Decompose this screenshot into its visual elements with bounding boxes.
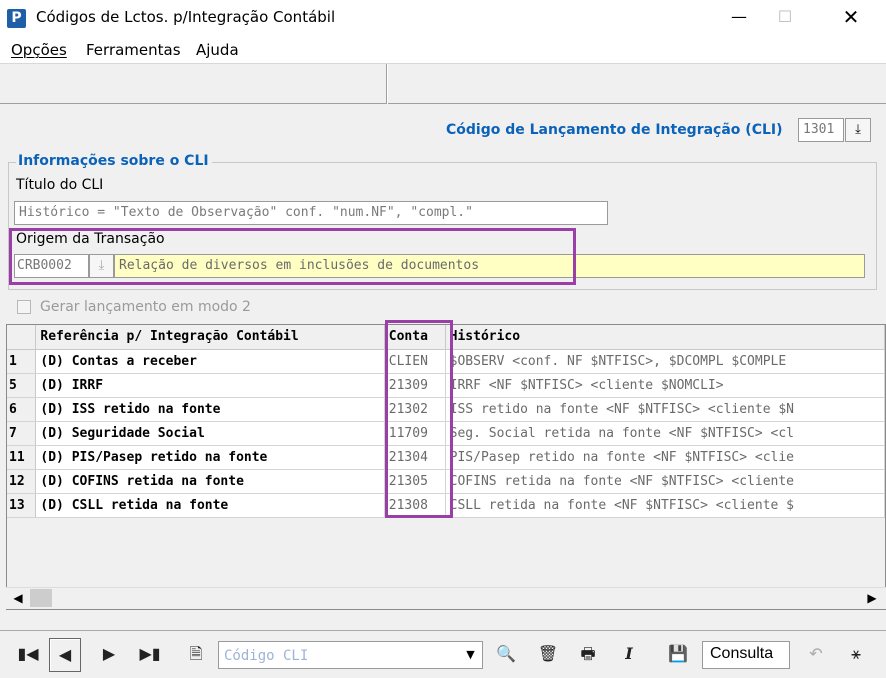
close-button[interactable]: ✕ <box>828 0 874 36</box>
menu-ferramentas[interactable]: Ferramentas <box>86 41 181 59</box>
previous-record-button[interactable]: ◀ <box>49 638 81 672</box>
toolbar-strip <box>0 64 886 104</box>
ref-cell[interactable]: (D) Contas a receber <box>35 349 385 374</box>
ref-cell[interactable]: (D) Seguridade Social <box>35 421 385 446</box>
conta-highlight-box <box>385 320 453 518</box>
cli-code-field[interactable]: 1301 <box>798 118 844 142</box>
info-group-title: Informações sobre o CLI <box>16 153 212 169</box>
search-document-button[interactable]: 🔍 <box>490 638 522 672</box>
titulo-field[interactable]: Histórico = "Texto de Observação" conf. … <box>14 201 608 225</box>
row-number: 12 <box>7 469 37 494</box>
scroll-right-icon[interactable]: ▶ <box>864 590 880 606</box>
save-icon: 💾 <box>668 644 688 663</box>
historico-cell[interactable]: Seg. Social retida na fonte <NF $NTFISC>… <box>445 421 885 446</box>
ref-cell[interactable]: (D) ISS retido na fonte <box>35 397 385 422</box>
italic-icon: I <box>625 644 633 663</box>
origem-highlight-box <box>9 228 576 285</box>
grid-header-num <box>7 325 37 350</box>
mode-status: Consulta <box>702 641 790 669</box>
codigo-cli-placeholder: Código CLI <box>224 648 309 664</box>
ref-cell[interactable]: (D) IRRF <box>35 373 385 398</box>
minimize-button[interactable]: — <box>716 0 762 36</box>
binoculars-icon: ⚹ <box>851 644 861 663</box>
undo-button[interactable]: ↶ <box>800 638 832 672</box>
trash-icon: 🗑 <box>537 644 559 663</box>
cli-label: Código de Lançamento de Integração (CLI) <box>446 122 783 138</box>
print-button[interactable]: 🖶 <box>572 638 604 672</box>
find-button[interactable]: ⚹ <box>840 638 872 672</box>
grid-header-ref[interactable]: Referência p/ Integração Contábil <box>35 325 385 350</box>
menu-ajuda-label: Ajuda <box>196 41 239 59</box>
last-record-button[interactable]: ▶▮ <box>134 638 166 672</box>
new-record-button[interactable]: 🗎 <box>180 638 212 672</box>
window-title: Códigos de Lctos. p/Integração Contábil <box>36 8 336 26</box>
row-number: 13 <box>7 493 37 518</box>
ref-cell[interactable]: (D) CSLL retida na fonte <box>35 493 385 518</box>
delete-button[interactable]: 🗑 <box>532 638 564 672</box>
search-document-icon: 🔍 <box>496 644 516 663</box>
first-icon: ▮◀ <box>17 644 39 663</box>
save-button[interactable]: 💾 <box>662 638 694 672</box>
maximize-button[interactable]: ☐ <box>762 0 808 36</box>
toolbar-divider <box>386 64 388 104</box>
scrollbar-thumb[interactable] <box>30 589 52 607</box>
scroll-left-icon[interactable]: ◀ <box>10 590 26 606</box>
gerar-modo2-checkbox[interactable] <box>17 300 31 314</box>
next-icon: ▶ <box>102 644 116 663</box>
row-number: 5 <box>7 373 37 398</box>
gerar-modo2-label: Gerar lançamento em modo 2 <box>40 299 251 315</box>
menu-ajuda[interactable]: Ajuda <box>196 41 239 59</box>
menu-opcoes-label: Opções <box>11 41 67 59</box>
historico-cell[interactable]: COFINS retida na fonte <NF $NTFISC> <cli… <box>445 469 885 494</box>
app-icon: P <box>7 9 26 28</box>
row-number: 1 <box>7 349 37 374</box>
printer-icon: 🖶 <box>580 644 596 663</box>
historico-cell[interactable]: CSLL retida na fonte <NF $NTFISC> <clien… <box>445 493 885 518</box>
ref-cell[interactable]: (D) COFINS retida na fonte <box>35 469 385 494</box>
cli-dropdown-button[interactable]: ⤓ <box>845 118 871 142</box>
new-document-icon: 🗎 <box>189 644 203 663</box>
last-icon: ▶▮ <box>139 644 161 663</box>
next-record-button[interactable]: ▶ <box>93 638 125 672</box>
ref-cell[interactable]: (D) PIS/Pasep retido na fonte <box>35 445 385 470</box>
undo-icon: ↶ <box>809 644 823 663</box>
first-record-button[interactable]: ▮◀ <box>12 638 44 672</box>
menu-opcoes[interactable]: Opções <box>11 41 67 59</box>
row-number: 6 <box>7 397 37 422</box>
row-number: 11 <box>7 445 37 470</box>
historico-cell[interactable]: IRRF <NF $NTFISC> <cliente $NOMCLI> <box>445 373 885 398</box>
menu-ferramentas-label: Ferramentas <box>86 41 181 59</box>
historico-cell[interactable]: PIS/Pasep retido na fonte <NF $NTFISC> <… <box>445 445 885 470</box>
previous-icon: ◀ <box>58 645 72 664</box>
titulo-label: Título do CLI <box>16 177 104 193</box>
chevron-down-icon[interactable]: ▼ <box>460 643 481 667</box>
italic-button[interactable]: I <box>613 638 645 672</box>
horizontal-scrollbar[interactable] <box>6 587 886 609</box>
grid-header-historico[interactable]: Histórico <box>445 325 885 350</box>
row-number: 7 <box>7 421 37 446</box>
arrow-down-icon: ⤓ <box>855 122 861 137</box>
historico-cell[interactable]: $OBSERV <conf. NF $NTFISC>, $DCOMPL $COM… <box>445 349 885 374</box>
historico-cell[interactable]: ISS retido na fonte <NF $NTFISC> <client… <box>445 397 885 422</box>
